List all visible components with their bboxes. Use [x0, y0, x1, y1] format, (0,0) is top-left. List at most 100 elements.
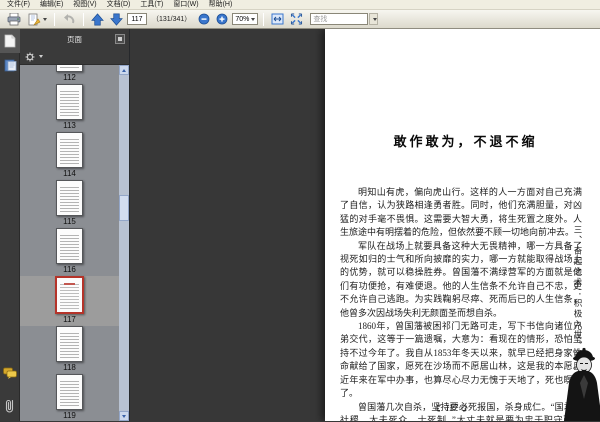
thumbnail-list: 112 113 114 115 116 117 [20, 65, 119, 421]
fit-page-button[interactable] [288, 12, 305, 27]
thumbnail-115[interactable]: 115 [20, 180, 119, 228]
strip-bottom-icons [0, 361, 20, 417]
menu-document[interactable]: 文档(D) [102, 0, 136, 10]
print-button[interactable] [5, 12, 23, 27]
thumbnail-page-image [56, 180, 83, 216]
zoom-in-button[interactable] [214, 12, 230, 27]
thumbnail-page-image [56, 132, 83, 168]
comments-panel-button[interactable] [0, 361, 20, 385]
menu-edit[interactable]: 编辑(E) [35, 0, 68, 10]
thumbnail-page-image [55, 276, 84, 314]
save-copy-icon [27, 13, 41, 26]
page-number-input[interactable] [127, 13, 147, 25]
thumbnail-112[interactable]: 112 [20, 65, 119, 84]
menu-tools[interactable]: 工具(T) [135, 0, 168, 10]
menu-view[interactable]: 视图(V) [68, 0, 101, 10]
thumbnail-page-image [56, 326, 83, 362]
author-portrait [560, 341, 600, 421]
print-icon [7, 13, 21, 26]
zoom-out-button[interactable] [196, 12, 212, 27]
zoom-level-select[interactable]: 70% [232, 13, 258, 25]
bookmarks-icon [4, 59, 17, 72]
back-button[interactable] [60, 12, 78, 27]
thumbnail-page-image [56, 65, 83, 72]
menu-window[interactable]: 窗口(W) [168, 0, 203, 10]
toolbar-separator [83, 13, 84, 26]
footer-page-number: 117 [445, 403, 458, 413]
arrow-down-icon [122, 415, 126, 418]
arrow-up-icon [122, 69, 126, 72]
menu-file[interactable]: 文件(F) [2, 0, 35, 10]
paragraph: 1860年，曾国藩被困祁门无路可走，写下书信向诸位兄弟交代，这等于一篇遗嘱，大意… [340, 320, 582, 400]
pages-panel-header: 页面 [20, 29, 129, 49]
thumbnail-label: 115 [63, 216, 76, 228]
back-icon [62, 13, 76, 26]
attachments-panel-button[interactable] [0, 393, 20, 417]
thumbnail-page-image [56, 228, 83, 264]
previous-page-icon [91, 13, 104, 26]
menu-bar: 文件(F) 编辑(E) 视图(V) 文档(D) 工具(T) 窗口(W) 帮助(H… [0, 0, 600, 10]
zoom-out-icon [198, 13, 210, 25]
thumbnail-scrollbar[interactable] [119, 65, 129, 421]
scroll-up-button[interactable] [119, 65, 129, 75]
toolbar: （131/341） 70% [0, 10, 600, 29]
comments-icon [3, 367, 17, 379]
previous-page-button[interactable] [89, 12, 106, 27]
thumbnail-119[interactable]: 119 [20, 374, 119, 421]
find-options-caret [373, 18, 377, 21]
options-caret-icon[interactable] [39, 55, 43, 58]
pages-icon [4, 34, 16, 48]
document-page: 敢作敢为，不退不缩 明知山有虎，偏向虎山行。这样的人一方面对自己充满了自信，认为… [325, 29, 600, 421]
thumbnail-page-image [56, 84, 83, 120]
page-title: 敢作敢为，不退不缩 [325, 131, 600, 150]
panel-options-bar [20, 49, 129, 65]
menu-help[interactable]: 帮助(H) [204, 0, 238, 10]
thumbnail-113[interactable]: 113 [20, 84, 119, 132]
zoom-in-icon [216, 13, 228, 25]
attachments-icon [4, 398, 16, 413]
zoom-level-value: 70% [235, 16, 249, 23]
thumbnail-label: 114 [63, 168, 76, 180]
thumbnail-116[interactable]: 116 [20, 228, 119, 276]
page-count-label: （131/341） [152, 14, 191, 24]
pages-panel-title: 页面 [67, 34, 82, 45]
thumbnail-label: 116 [63, 264, 76, 276]
page-body: 明知山有虎，偏向虎山行。这样的人一方面对自己充满了自信，认为狭路相逢勇者胜。同时… [340, 186, 582, 421]
find-area [310, 13, 378, 25]
thumbnail-114[interactable]: 114 [20, 132, 119, 180]
panel-close-button[interactable] [115, 34, 125, 44]
paragraph: 明知山有虎，偏向虎山行。这样的人一方面对自己充满了自信，认为狭路相逢勇者胜。同时… [340, 186, 582, 240]
thumbnail-118[interactable]: 118 [20, 326, 119, 374]
close-icon [118, 37, 122, 41]
zoom-level-caret [251, 18, 255, 21]
fit-page-icon [290, 13, 303, 25]
toolbar-separator [54, 13, 55, 26]
thumbnail-label: 119 [63, 410, 76, 421]
toolbar-separator [263, 13, 264, 26]
save-copy-button[interactable] [25, 12, 49, 27]
footer-ornament-left-icon [434, 404, 442, 412]
save-copy-caret [43, 18, 47, 21]
thumbnail-label: 113 [63, 120, 76, 132]
page-footer: 117 [325, 403, 578, 413]
next-page-icon [110, 13, 123, 26]
find-input[interactable] [310, 13, 368, 25]
thumbnail-label: 117 [63, 314, 76, 326]
pages-panel: 页面 112 113 114 1 [20, 29, 130, 421]
next-page-button[interactable] [108, 12, 125, 27]
navigation-icon-strip [0, 29, 20, 421]
scroll-down-button[interactable] [119, 411, 129, 421]
options-gear-icon[interactable] [25, 52, 35, 62]
paragraph: 军队在战场上就要具备这种大无畏精神，哪一方具备了视死如归的士气和所向披靡的实力，… [340, 240, 582, 320]
thumbnail-117-selected[interactable]: 117 [20, 276, 119, 326]
main-area: 页面 112 113 114 1 [0, 29, 600, 421]
fit-width-icon [271, 13, 284, 25]
thumbnail-label: 112 [63, 72, 76, 84]
pages-panel-button[interactable] [0, 29, 20, 53]
bookmarks-panel-button[interactable] [0, 53, 20, 77]
scrollbar-thumb[interactable] [119, 195, 129, 221]
thumbnail-label: 118 [63, 362, 76, 374]
find-options-button[interactable] [369, 13, 378, 25]
footer-ornament-right-icon [461, 404, 469, 412]
fit-width-button[interactable] [269, 12, 286, 27]
